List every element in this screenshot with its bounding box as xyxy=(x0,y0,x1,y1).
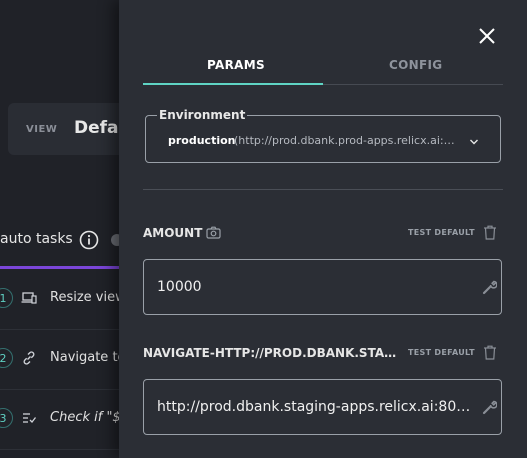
environment-selected-value[interactable]: production xyxy=(168,134,236,147)
tab-divider xyxy=(323,84,503,85)
task-number: 2 xyxy=(0,348,13,368)
task-row[interactable]: 2 Navigate to xyxy=(0,329,120,390)
section-divider xyxy=(143,189,503,190)
param-label-amount: AMOUNT xyxy=(143,226,203,240)
active-tab-indicator xyxy=(143,83,323,85)
trash-icon[interactable] xyxy=(483,225,497,240)
view-value[interactable]: Defau xyxy=(74,118,120,138)
environment-label: Environment xyxy=(157,108,248,122)
task-number: 1 xyxy=(0,288,13,308)
link-icon xyxy=(23,351,35,365)
test-default-badge: TEST DEFAULT xyxy=(408,348,475,357)
auto-tasks-label: auto tasks xyxy=(0,231,73,247)
task-text: Navigate to xyxy=(50,350,120,365)
task-row[interactable]: 1 Resize viewp xyxy=(0,269,120,330)
wrench-icon[interactable] xyxy=(482,400,497,415)
chevron-down-icon[interactable] xyxy=(468,136,480,148)
task-text: Check if "${N xyxy=(50,410,120,425)
task-number: 3 xyxy=(0,408,13,428)
trash-icon[interactable] xyxy=(483,345,497,360)
test-default-badge: TEST DEFAULT xyxy=(408,228,475,237)
params-side-panel: PARAMS CONFIG Environment production (ht… xyxy=(119,0,527,458)
background-page: VIEW Defau auto tasks 1 Resize viewp 2 N… xyxy=(0,0,120,458)
environment-detail[interactable]: (http://prod.dbank.prod-apps.relicx.ai:8… xyxy=(234,134,456,147)
navigate-url-input-value[interactable]: http://prod.dbank.staging-apps.relicx.ai… xyxy=(157,399,477,415)
laptop-icon xyxy=(21,292,37,304)
tab-params[interactable]: PARAMS xyxy=(207,58,265,72)
task-text: Resize viewp xyxy=(50,290,120,305)
close-icon[interactable] xyxy=(476,25,498,47)
task-row[interactable]: 3 Check if "${N xyxy=(0,389,120,450)
camera-icon[interactable] xyxy=(206,226,221,239)
checklist-icon xyxy=(23,413,37,423)
info-icon[interactable] xyxy=(79,230,99,250)
wrench-icon[interactable] xyxy=(482,280,497,295)
view-label: VIEW xyxy=(26,124,58,135)
amount-input-value[interactable]: 10000 xyxy=(157,279,467,295)
param-label-navigate: NAVIGATE-HTTP://PROD.DBANK.STAGING... xyxy=(143,346,401,360)
tab-config[interactable]: CONFIG xyxy=(389,58,442,72)
